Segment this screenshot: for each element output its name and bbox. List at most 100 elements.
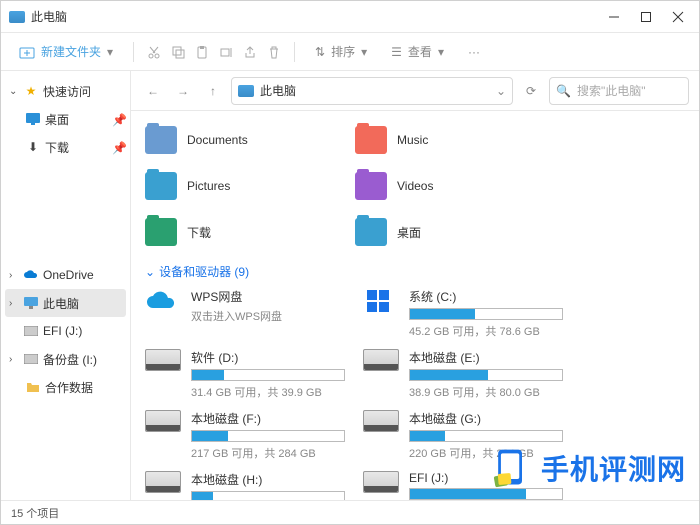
drives-grid: WPS网盘双击进入WPS网盘系统 (C:)45.2 GB 可用，共 78.6 G…	[145, 288, 685, 500]
folder-label: Documents	[187, 133, 248, 147]
new-folder-label: 新建文件夹	[41, 43, 101, 60]
cloud-icon	[145, 288, 181, 316]
drive-item[interactable]: 本地磁盘 (F:)217 GB 可用，共 284 GB	[145, 410, 345, 461]
drive-item[interactable]: 本地磁盘 (G:) 220 GB 可用，共 284 GB	[363, 410, 563, 461]
pin-icon: 📌	[112, 141, 124, 153]
drive-free-text: 220 GB 可用，共 284 GB	[409, 445, 563, 461]
chevron-down-icon: ▾	[438, 45, 444, 59]
sidebar-item-this-pc[interactable]: › 此电脑	[5, 289, 126, 317]
drive-icon-wrap	[145, 471, 181, 499]
sidebar-item-coop[interactable]: 合作数据	[1, 373, 130, 401]
folder-label: Videos	[397, 179, 433, 193]
sidebar-item-desktop[interactable]: 桌面 📌	[1, 105, 130, 133]
drive-name: 本地磁盘 (G:)	[409, 410, 563, 427]
folders-grid: Documents Music Pictures Videos 下载桌面	[145, 121, 685, 251]
drive-usage-bar	[409, 369, 563, 381]
content-area: Documents Music Pictures Videos 下载桌面 ⌄ 设备和驱动…	[131, 111, 699, 500]
rename-button[interactable]	[218, 44, 234, 60]
devices-section-header[interactable]: ⌄ 设备和驱动器 (9)	[145, 263, 685, 280]
folder-icon	[145, 218, 177, 246]
folder-icon	[25, 379, 41, 395]
sidebar-label: 下载	[45, 139, 69, 156]
drive-item[interactable]: EFI (J:)109 MB 可用，共 449 MB	[363, 471, 563, 500]
drive-icon	[145, 410, 181, 432]
separator	[133, 42, 134, 62]
sidebar-label: OneDrive	[43, 268, 94, 282]
drive-icon-wrap	[145, 349, 181, 377]
folder-item[interactable]: Videos	[355, 167, 555, 205]
drive-item[interactable]: WPS网盘双击进入WPS网盘	[145, 288, 345, 339]
delete-button[interactable]	[266, 44, 282, 60]
sidebar-label: 合作数据	[45, 379, 93, 396]
chevron-down-icon: ⌄	[9, 86, 19, 97]
sort-label: 排序	[331, 43, 355, 60]
drive-icon	[363, 410, 399, 432]
drive-icon	[23, 323, 39, 339]
refresh-button[interactable]: ⟳	[519, 79, 543, 103]
chevron-right-icon: ›	[9, 270, 19, 281]
pc-icon	[9, 11, 25, 23]
close-button[interactable]	[671, 10, 685, 24]
window-controls	[607, 10, 691, 24]
sort-button[interactable]: ⇅ 排序 ▾	[307, 39, 375, 65]
folder-item[interactable]: Documents	[145, 121, 345, 159]
sidebar-label: 备份盘 (I:)	[43, 351, 97, 368]
paste-button[interactable]	[194, 44, 210, 60]
address-input[interactable]: 此电脑 ⌄	[231, 77, 513, 105]
copy-button[interactable]	[170, 44, 186, 60]
sidebar-item-efi[interactable]: › EFI (J:)	[1, 317, 130, 345]
drive-icon	[23, 351, 39, 367]
drive-icon-wrap	[363, 410, 399, 438]
drive-item[interactable]: 系统 (C:)45.2 GB 可用，共 78.6 GB	[363, 288, 563, 339]
status-bar: 15 个项目	[1, 500, 699, 524]
pc-icon	[23, 295, 39, 311]
drive-icon	[145, 349, 181, 371]
sidebar-label: 快速访问	[43, 83, 91, 100]
drive-body: 本地磁盘 (G:) 220 GB 可用，共 284 GB	[409, 410, 563, 461]
view-button[interactable]: ☰ 查看 ▾	[383, 39, 452, 65]
chevron-right-icon: ›	[9, 354, 19, 365]
pc-icon	[238, 85, 254, 97]
toolbar: 新建文件夹 ▾ ⇅ 排序 ▾ ☰ 查看 ▾ ···	[1, 33, 699, 71]
sidebar-label: 此电脑	[43, 295, 79, 312]
drive-item[interactable]: 本地磁盘 (H:)245 GB 可用，共 283 GB	[145, 471, 345, 500]
sidebar-item-onedrive[interactable]: › OneDrive	[1, 261, 130, 289]
sidebar-item-quick-access[interactable]: ⌄ ★ 快速访问	[1, 77, 130, 105]
drive-name: WPS网盘	[191, 288, 345, 305]
drive-icon	[145, 471, 181, 493]
drive-free-text: 45.2 GB 可用，共 78.6 GB	[409, 323, 563, 339]
address-path: 此电脑	[260, 82, 296, 99]
view-label: 查看	[408, 43, 432, 60]
minimize-button[interactable]	[607, 10, 621, 24]
sidebar-item-downloads[interactable]: ⬇ 下载 📌	[1, 133, 130, 161]
back-button[interactable]: ←	[141, 79, 165, 103]
more-button[interactable]: ···	[460, 39, 488, 65]
pin-icon: 📌	[112, 113, 124, 125]
drive-usage-bar	[191, 491, 345, 500]
drive-usage-bar	[409, 430, 563, 442]
folder-item[interactable]: 下载	[145, 213, 345, 251]
folder-item[interactable]: 桌面	[355, 213, 555, 251]
new-folder-icon	[19, 45, 35, 59]
folder-icon	[145, 126, 177, 154]
sidebar-item-backup[interactable]: › 备份盘 (I:)	[1, 345, 130, 373]
drive-body: 软件 (D:)31.4 GB 可用，共 39.9 GB	[191, 349, 345, 400]
drive-item[interactable]: 本地磁盘 (E:)38.9 GB 可用，共 80.0 GB	[363, 349, 563, 400]
search-icon: 🔍	[556, 84, 571, 98]
cut-button[interactable]	[146, 44, 162, 60]
drive-body: EFI (J:)109 MB 可用，共 449 MB	[409, 471, 563, 500]
drive-item[interactable]: 软件 (D:)31.4 GB 可用，共 39.9 GB	[145, 349, 345, 400]
share-button[interactable]	[242, 44, 258, 60]
folder-item[interactable]: Pictures	[145, 167, 345, 205]
forward-button[interactable]: →	[171, 79, 195, 103]
chevron-down-icon[interactable]: ⌄	[496, 84, 506, 98]
chevron-down-icon: ▾	[361, 45, 367, 59]
sort-icon: ⇅	[315, 45, 325, 59]
search-input[interactable]: 🔍 搜索"此电脑"	[549, 77, 689, 105]
new-folder-button[interactable]: 新建文件夹 ▾	[11, 39, 121, 65]
sidebar: ⌄ ★ 快速访问 桌面 📌 ⬇ 下载 📌 › OneDrive ›	[1, 71, 131, 500]
up-button[interactable]: ↑	[201, 79, 225, 103]
drive-body: 本地磁盘 (F:)217 GB 可用，共 284 GB	[191, 410, 345, 461]
folder-item[interactable]: Music	[355, 121, 555, 159]
maximize-button[interactable]	[639, 10, 653, 24]
